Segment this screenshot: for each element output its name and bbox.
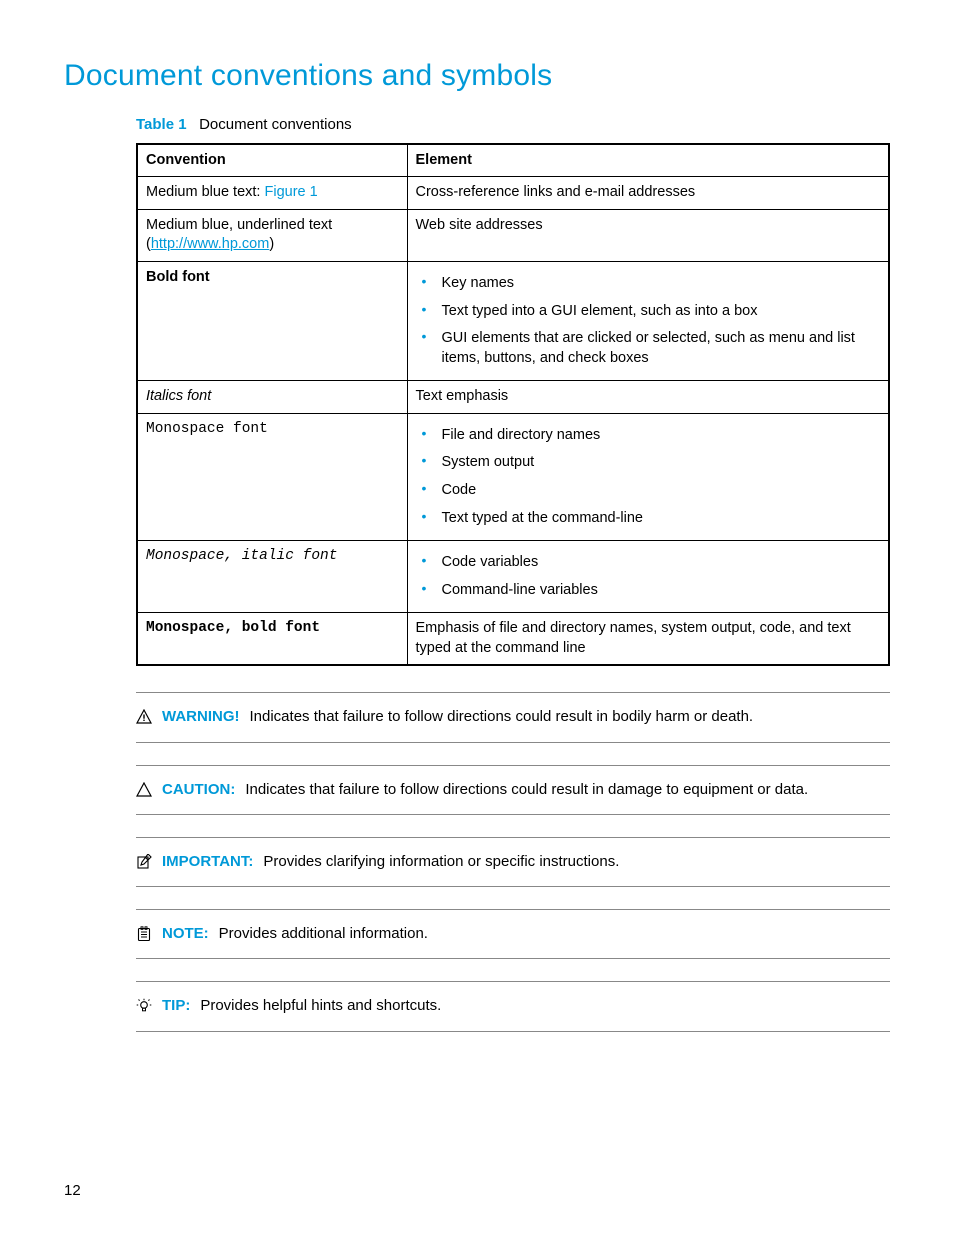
admonitions: WARNING! Indicates that failure to follo…: [136, 692, 890, 1031]
table-row: Medium blue text: Figure 1 Cross-referen…: [137, 177, 889, 210]
note-icon: [136, 926, 152, 942]
admonition-caution: CAUTION: Indicates that failure to follo…: [136, 765, 890, 815]
cell-convention: Monospace, italic font: [137, 541, 407, 613]
table-row: Monospace, bold font Emphasis of file an…: [137, 613, 889, 666]
list-item: File and directory names: [434, 422, 881, 450]
table-row: Medium blue, underlined text (http://www…: [137, 209, 889, 261]
table-row: Italics font Text emphasis: [137, 381, 889, 414]
admonition-text: Provides helpful hints and shortcuts.: [200, 996, 441, 1016]
document-page: Document conventions and symbols Table 1…: [0, 0, 954, 1235]
admonition-text: Indicates that failure to follow directi…: [250, 707, 754, 727]
table-caption: Table 1 Document conventions: [136, 115, 890, 135]
list-item: GUI elements that are clicked or selecte…: [434, 325, 881, 372]
admonition-text: Provides clarifying information or speci…: [263, 852, 619, 872]
important-icon: [136, 854, 152, 870]
paren-close: ): [269, 236, 274, 252]
cell-element: Emphasis of file and directory names, sy…: [407, 613, 889, 666]
web-link[interactable]: http://www.hp.com: [151, 236, 269, 252]
col-element: Element: [407, 144, 889, 177]
conventions-table: Convention Element Medium blue text: Fig…: [136, 143, 890, 667]
list-item: System output: [434, 449, 881, 477]
cell-element: Key names Text typed into a GUI element,…: [407, 262, 889, 381]
admonition-important: IMPORTANT: Provides clarifying informati…: [136, 837, 890, 887]
cell-convention: Medium blue, underlined text (http://www…: [137, 209, 407, 261]
table-title: Document conventions: [199, 116, 352, 133]
admonition-tip: TIP: Provides helpful hints and shortcut…: [136, 981, 890, 1031]
admonition-text: Indicates that failure to follow directi…: [245, 780, 808, 800]
list-item: Code variables: [434, 549, 881, 577]
admonition-note: NOTE: Provides additional information.: [136, 909, 890, 959]
bullet-list: Key names Text typed into a GUI element,…: [416, 270, 881, 372]
bullet-list: Code variables Command-line variables: [416, 549, 881, 604]
list-item: Command-line variables: [434, 577, 881, 605]
warning-icon: [136, 709, 152, 725]
cell-element: Cross-reference links and e-mail address…: [407, 177, 889, 210]
admonition-text: Provides additional information.: [219, 924, 428, 944]
admonition-label: IMPORTANT:: [162, 852, 253, 872]
table-row: Bold font Key names Text typed into a GU…: [137, 262, 889, 381]
list-item: Key names: [434, 270, 881, 298]
content-block: Table 1 Document conventions Convention …: [136, 115, 890, 1032]
cell-element: Web site addresses: [407, 209, 889, 261]
cell-convention: Medium blue text: Figure 1: [137, 177, 407, 210]
admonition-warning: WARNING! Indicates that failure to follo…: [136, 692, 890, 742]
cell-convention: Monospace, bold font: [137, 613, 407, 666]
cell-convention: Bold font: [137, 262, 407, 381]
table-row: Monospace, italic font Code variables Co…: [137, 541, 889, 613]
cell-convention: Monospace font: [137, 413, 407, 540]
list-item: Text typed at the command-line: [434, 505, 881, 533]
table-row: Monospace font File and directory names …: [137, 413, 889, 540]
table-header-row: Convention Element: [137, 144, 889, 177]
cell-element: Code variables Command-line variables: [407, 541, 889, 613]
list-item: Code: [434, 477, 881, 505]
tip-icon: [136, 998, 152, 1014]
text: Medium blue, underlined text: [146, 217, 332, 233]
table-label: Table 1: [136, 116, 187, 133]
page-number: 12: [64, 1181, 81, 1201]
page-title: Document conventions and symbols: [64, 56, 890, 97]
cell-element: Text emphasis: [407, 381, 889, 414]
bullet-list: File and directory names System output C…: [416, 422, 881, 532]
crossref-link[interactable]: Figure 1: [264, 184, 317, 200]
col-convention: Convention: [137, 144, 407, 177]
list-item: Text typed into a GUI element, such as i…: [434, 298, 881, 326]
cell-element: File and directory names System output C…: [407, 413, 889, 540]
cell-convention: Italics font: [137, 381, 407, 414]
caution-icon: [136, 782, 152, 798]
admonition-label: CAUTION:: [162, 780, 235, 800]
text: Medium blue text:: [146, 184, 264, 200]
admonition-label: WARNING!: [162, 707, 240, 727]
admonition-label: NOTE:: [162, 924, 209, 944]
admonition-label: TIP:: [162, 996, 190, 1016]
